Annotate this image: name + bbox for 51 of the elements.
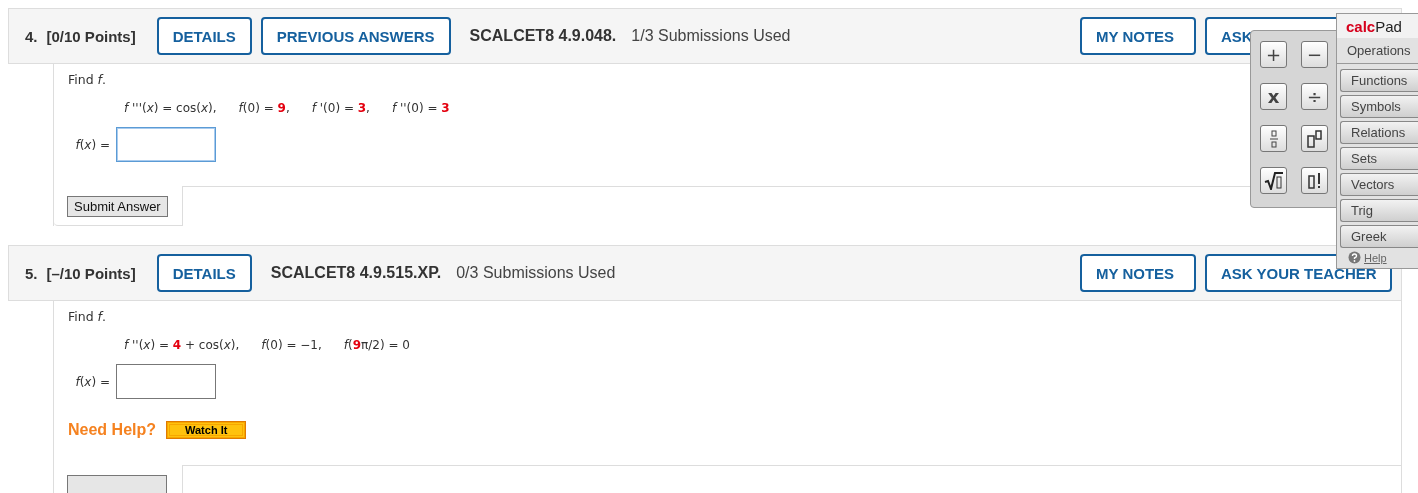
submit-button[interactable]: Submit Answer: [67, 196, 168, 217]
exponent-icon: [1305, 129, 1324, 148]
calc-key[interactable]: [1260, 167, 1287, 194]
submit-button[interactable]: [67, 475, 167, 493]
question-prompt: Find f.: [68, 309, 106, 324]
header-button[interactable]: DETAILS: [156, 17, 252, 55]
question-number: 5.: [25, 264, 38, 282]
help-link[interactable]: Help: [1364, 251, 1387, 264]
square-root-icon: [1263, 171, 1284, 190]
calcpad-tab[interactable]: Greek: [1340, 225, 1418, 248]
equation-term: f(0) = −1,: [261, 338, 322, 352]
calc-key[interactable]: −: [1301, 41, 1328, 68]
answer-label: f(x) =: [74, 137, 110, 152]
need-help-label: Need Help?: [68, 421, 156, 439]
answer-label: f(x) =: [74, 374, 110, 389]
equation-term: f ''(0) = 3: [391, 101, 450, 115]
header-button[interactable]: PREVIOUS ANSWERS: [260, 17, 451, 55]
calc-key[interactable]: +: [1260, 41, 1287, 68]
calc-key[interactable]: [1301, 167, 1328, 194]
calcpad-tab[interactable]: Symbols: [1340, 95, 1418, 118]
submissions-label: 1/3 Submissions Used: [631, 27, 791, 45]
calcpad-tab[interactable]: Trig: [1340, 199, 1418, 222]
header-button[interactable]: MY NOTES: [1080, 254, 1196, 292]
watch-it-button[interactable]: Watch It: [166, 421, 247, 439]
points-label: [0/10 Points]: [46, 27, 136, 45]
header-button[interactable]: DETAILS: [156, 254, 252, 292]
equation-term: f(9π/2) = 0: [343, 338, 410, 352]
equation-term: f '(0) = 3,: [311, 101, 370, 115]
calc-key[interactable]: [1301, 125, 1328, 152]
equation-term: f(0) = 9,: [238, 101, 290, 115]
fraction-icon: [1268, 129, 1279, 148]
calc-key[interactable]: ÷: [1301, 83, 1328, 110]
question-code: SCALCET8 4.9.515.XP.: [270, 264, 442, 282]
header-button[interactable]: MY NOTES: [1080, 17, 1196, 55]
equation-term: f '''(x) = cos(x),: [124, 101, 217, 115]
calcpad-tab[interactable]: Sets: [1340, 147, 1418, 170]
calcpad-tab[interactable]: Relations: [1340, 121, 1418, 144]
question-number: 4.: [25, 27, 38, 45]
calcpad-tab[interactable]: Functions: [1340, 69, 1418, 92]
calcpad-title: calcPad: [1337, 14, 1418, 38]
answer-field[interactable]: [116, 127, 216, 162]
help-icon: [1348, 251, 1361, 264]
calc-key[interactable]: x: [1260, 83, 1287, 110]
calcpad-tab[interactable]: Vectors: [1340, 173, 1418, 196]
answer-field[interactable]: [116, 364, 216, 399]
submissions-label: 0/3 Submissions Used: [456, 264, 616, 282]
points-label: [–/10 Points]: [46, 264, 136, 282]
factorial-icon: [1306, 171, 1323, 190]
question-code: SCALCET8 4.9.048.: [469, 27, 617, 45]
equation-term: f ''(x) = 4 + cos(x),: [124, 338, 240, 352]
question-prompt: Find f.: [68, 72, 106, 87]
